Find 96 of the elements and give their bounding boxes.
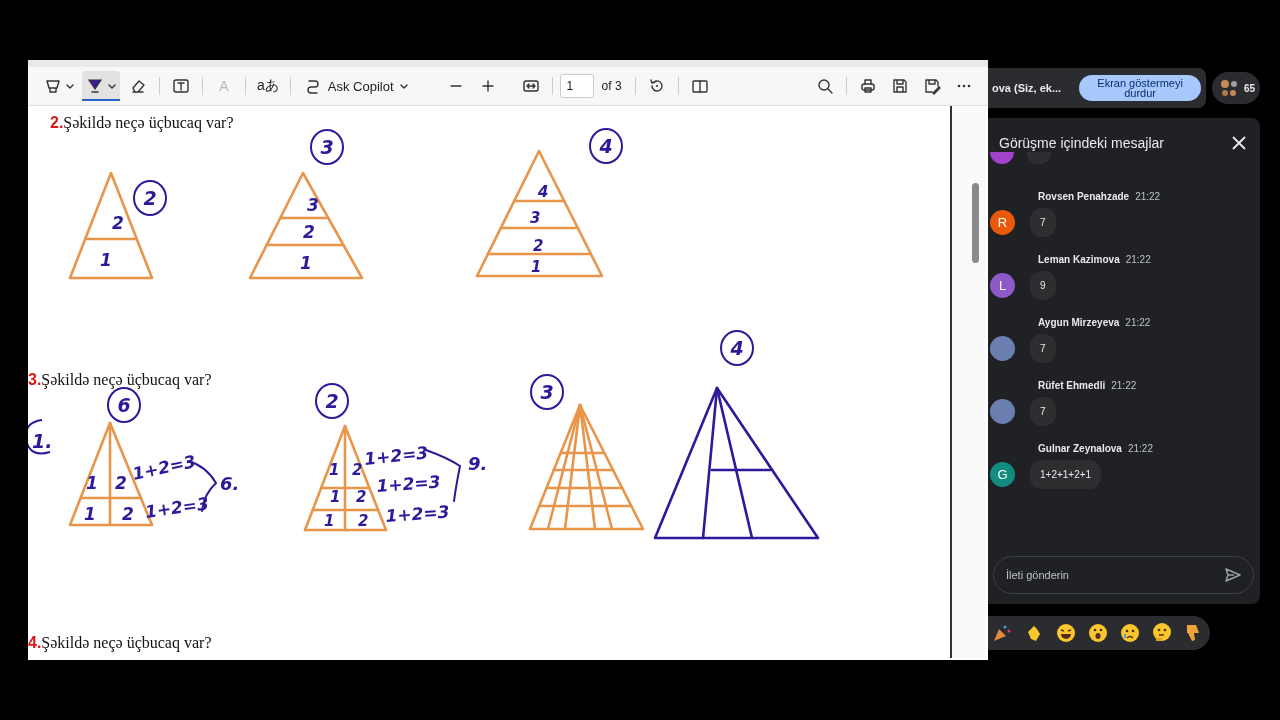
send-icon xyxy=(1224,566,1242,584)
handwritten-number: 2 xyxy=(303,222,315,242)
sender-name: Aygun Mirzeyeva xyxy=(1038,317,1120,328)
handwritten-number: 3 xyxy=(307,195,319,215)
handwritten-number: 1 xyxy=(330,488,341,506)
caret-icon xyxy=(108,82,116,90)
laughing-face-button[interactable] xyxy=(1054,621,1078,645)
participants-button[interactable]: 65 xyxy=(1212,72,1260,104)
message-bubble: 7 xyxy=(1030,334,1056,363)
circled-note: 1. xyxy=(28,419,53,455)
photo-placeholder xyxy=(990,399,1015,424)
question-heading: 4.Şəkildə neçə üçbucaq var? xyxy=(28,634,212,651)
handwritten-number: 2 xyxy=(356,488,367,506)
message-time: 21:22 xyxy=(1111,380,1137,391)
handwritten-number: 1 xyxy=(324,512,335,530)
avatar: R xyxy=(990,210,1015,235)
handwritten-number: 2 xyxy=(352,461,363,479)
translate-button[interactable]: aあ xyxy=(253,71,283,101)
handwritten-number: 2 xyxy=(122,504,134,524)
page-number-field[interactable]: 1 xyxy=(559,74,594,98)
message-time: 21:22 xyxy=(1125,317,1151,328)
scrollbar[interactable] xyxy=(950,106,986,658)
surprised-face-icon xyxy=(1087,622,1109,644)
thinking-face-icon xyxy=(1151,622,1173,644)
caret-icon xyxy=(399,82,408,90)
avatar xyxy=(990,152,1014,164)
circled-answer: 4 xyxy=(589,128,623,164)
stop-sharing-button[interactable]: Ekran göstermeyi durdur xyxy=(1079,75,1202,101)
people-icon xyxy=(1218,77,1240,99)
question-heading: 2.Şəkildə neçə üçbucaq var? xyxy=(50,114,234,131)
handwritten-number: 1 xyxy=(300,253,312,273)
sender-name: Rüfet Ehmedli xyxy=(1038,380,1106,391)
message-bubble: 7 xyxy=(1030,397,1056,426)
eraser-icon xyxy=(129,77,147,95)
close-button[interactable] xyxy=(1230,134,1248,152)
surprised-face-button[interactable] xyxy=(1086,621,1110,645)
message-time: 21:22 xyxy=(1135,191,1161,202)
highlight-tool-button[interactable] xyxy=(82,71,120,101)
two-page-icon xyxy=(690,77,709,95)
handwritten-number: 1 xyxy=(531,258,542,276)
more-icon xyxy=(957,84,971,88)
circled-answer: 3 xyxy=(310,129,344,165)
printer-icon xyxy=(859,77,877,95)
sender-name: Rovsen Penahzade xyxy=(1038,191,1130,202)
handwritten-note: 1+2=3 xyxy=(143,493,210,522)
minus-icon xyxy=(449,84,462,88)
handwritten-number: 4 xyxy=(538,183,549,201)
avatar: G xyxy=(990,462,1015,487)
fit-width-icon xyxy=(521,77,540,95)
handwritten-number: 1 xyxy=(329,461,340,479)
ask-copilot-button[interactable]: Ask Copilot xyxy=(297,71,414,101)
search-icon xyxy=(816,77,834,95)
sender-name: Gulnar Zeynalova xyxy=(1038,443,1122,454)
close-icon xyxy=(1232,136,1246,150)
laughing-face-icon xyxy=(1055,622,1077,644)
message-bubble: 7 xyxy=(1030,208,1056,237)
sender-name: Leman Kazimova xyxy=(1038,254,1120,265)
message-time: 21:22 xyxy=(1125,254,1151,265)
save-icon xyxy=(891,77,909,95)
question-heading: 3.Şəkildə neçə üçbucaq var? xyxy=(28,371,212,388)
handwritten-number: 2 xyxy=(115,473,127,493)
crying-face-button[interactable] xyxy=(1118,621,1142,645)
circled-answer: 2 xyxy=(133,180,167,216)
handwritten-note: 9. xyxy=(468,453,488,474)
avatar: L xyxy=(990,273,1015,298)
message-time: 21:22 xyxy=(1127,443,1153,454)
handwritten-number: 3 xyxy=(530,209,541,227)
handwritten-note: 1+2=3 xyxy=(363,442,430,469)
circled-answer: 2 xyxy=(315,383,349,419)
handwritten-note: 6. xyxy=(220,473,240,494)
message-bubble: 9 xyxy=(1030,271,1056,300)
rotate-icon xyxy=(647,77,666,95)
caret-icon xyxy=(66,82,74,90)
handwritten-number: 2 xyxy=(112,213,124,233)
page-count: of 3 xyxy=(601,79,622,93)
circled-answer: 4 xyxy=(720,330,754,366)
text-box-icon xyxy=(172,77,190,95)
handwritten-number: 1 xyxy=(86,473,98,493)
handwritten-number: 1 xyxy=(100,250,112,270)
message-bubble: 1+2+1+2+1 xyxy=(1030,460,1102,489)
photo-placeholder xyxy=(990,336,1015,361)
handwritten-number: 2 xyxy=(358,512,369,530)
message-input-field[interactable]: İleti gönderin xyxy=(993,556,1254,594)
presenter-name: ova (Siz, ek... xyxy=(992,82,1062,94)
save-as-icon xyxy=(923,77,941,95)
chat-title: Görüşme içindeki mesajlar xyxy=(999,135,1164,151)
handwritten-number: 1 xyxy=(84,504,96,524)
handwritten-number: 2 xyxy=(533,237,544,255)
handwritten-note: 1+2=3 xyxy=(375,471,442,496)
scrollbar-thumb[interactable] xyxy=(972,183,979,263)
crying-face-icon xyxy=(1119,622,1141,644)
circled-answer: 3 xyxy=(530,374,564,410)
handwritten-note: 1+2=3 xyxy=(384,501,451,526)
highlighter-icon xyxy=(86,77,104,95)
draw-icon xyxy=(44,77,62,95)
handwritten-note: 1+2=3 xyxy=(130,451,198,484)
